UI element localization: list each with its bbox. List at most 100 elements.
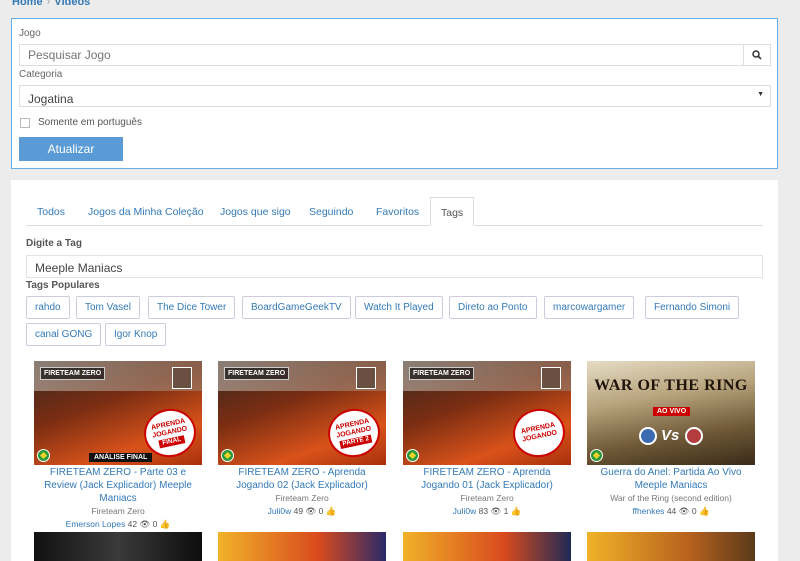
thumbnail-brand: FIRETEAM ZERO [409, 367, 475, 380]
main-panel: Todos Jogos da Minha Coleção Jogos que s… [11, 180, 778, 561]
eye-icon: 👁 [305, 506, 317, 516]
thumbs-up-icon: 👍 [325, 506, 337, 516]
video-card[interactable]: FIRETEAM ZERO APRENDA JOGANDO FIRETEAM Z… [403, 361, 571, 517]
tag-pill[interactable]: rahdo [26, 296, 70, 319]
video-likes: 0 [318, 506, 324, 516]
thumbs-up-icon: 👍 [159, 519, 171, 529]
presenter-avatar [172, 367, 192, 389]
tab-favoritos[interactable]: Favoritos [376, 197, 419, 226]
portuguese-only-checkbox[interactable] [20, 117, 30, 128]
breadcrumb-separator: › [46, 0, 51, 8]
video-game: War of the Ring (second edition) [610, 493, 732, 503]
tag-pill[interactable]: Fernando Simoni [645, 296, 740, 319]
video-likes: 0 [691, 506, 697, 516]
video-user[interactable]: Emerson Lopes [66, 519, 126, 529]
tab-seguindo[interactable]: Seguindo [309, 197, 353, 226]
search-icon [752, 50, 762, 60]
presenter-avatar [356, 367, 376, 389]
tag-input[interactable]: Meeple Maniacs [26, 255, 763, 278]
video-thumbnail[interactable] [403, 532, 571, 561]
eye-icon: 👁 [490, 506, 502, 516]
eye-icon: 👁 [139, 519, 151, 529]
tag-input-value: Meeple Maniacs [35, 261, 123, 275]
video-views: 42 [127, 519, 138, 529]
breadcrumb-current: Vídeos [54, 0, 91, 8]
video-views: 83 [478, 506, 489, 516]
eye-icon: 👁 [678, 506, 690, 516]
live-badge: AO VIVO [653, 407, 691, 416]
tab-jogos-que-sigo[interactable]: Jogos que sigo [220, 197, 291, 226]
game-search-input[interactable] [20, 45, 742, 65]
video-thumbnail[interactable]: FIRETEAM ZERO APRENDA JOGANDO FINAL ANÁL… [34, 361, 202, 465]
breadcrumb-home[interactable]: Home [12, 0, 43, 8]
popular-tags-label: Tags Populares [26, 280, 100, 291]
category-label: Categoria [19, 69, 63, 80]
video-likes: 0 [152, 519, 158, 529]
tag-pill[interactable]: BoardGameGeekTV [242, 296, 351, 319]
video-thumbnail[interactable]: WAR OF THE RING AO VIVO Vs [587, 361, 755, 465]
tag-input-label: Digite a Tag [26, 238, 82, 249]
search-button[interactable] [743, 45, 770, 65]
category-select[interactable]: Jogatina ▼ [19, 85, 771, 107]
video-game: Fireteam Zero [91, 506, 145, 516]
category-value: Jogatina [28, 92, 74, 106]
player-avatar [685, 427, 703, 445]
tab-minha-colecao[interactable]: Jogos da Minha Coleção [88, 197, 204, 226]
thumbnail-sticker: APRENDA JOGANDO [508, 404, 570, 462]
brazil-flag-icon [590, 449, 603, 462]
tag-pill[interactable]: marcowargamer [544, 296, 635, 319]
video-title[interactable]: FIRETEAM ZERO - Aprenda Jogando 02 (Jack… [218, 466, 386, 492]
versus-text: Vs [661, 427, 680, 444]
tag-pill[interactable]: Direto ao Ponto [449, 296, 537, 319]
brazil-flag-icon [221, 449, 234, 462]
tag-pill[interactable]: Watch It Played [355, 296, 443, 319]
breadcrumb: Home › Vídeos [12, 0, 90, 8]
thumbs-up-icon: 👍 [698, 506, 710, 516]
video-card[interactable]: FIRETEAM ZERO APRENDA JOGANDO PARTE 2 FI… [218, 361, 386, 517]
thumbnail-brand: FIRETEAM ZERO [224, 367, 290, 380]
video-card[interactable]: FIRETEAM ZERO APRENDA JOGANDO FINAL ANÁL… [34, 361, 202, 530]
video-game: Fireteam Zero [460, 493, 514, 503]
video-likes: 1 [503, 506, 509, 516]
tab-tags[interactable]: Tags [430, 197, 475, 226]
tabs: Todos Jogos da Minha Coleção Jogos que s… [26, 197, 763, 226]
video-game: Fireteam Zero [275, 493, 329, 503]
thumbnail-brand: FIRETEAM ZERO [40, 367, 106, 380]
video-views: 49 [293, 506, 304, 516]
tab-todos[interactable]: Todos [37, 197, 65, 226]
video-thumbnail[interactable] [34, 532, 202, 561]
video-thumbnail[interactable]: FIRETEAM ZERO APRENDA JOGANDO PARTE 2 [218, 361, 386, 465]
player-avatar [639, 427, 657, 445]
video-thumbnail[interactable]: FIRETEAM ZERO APRENDA JOGANDO [403, 361, 571, 465]
video-user[interactable]: Juli0w [268, 506, 292, 516]
video-card[interactable]: WAR OF THE RING AO VIVO Vs Guerra do Ane… [587, 361, 755, 517]
video-thumbnail[interactable] [587, 532, 755, 561]
video-user[interactable]: Juli0w [453, 506, 477, 516]
war-of-the-ring-logo: WAR OF THE RING [594, 377, 748, 394]
caret-down-icon: ▼ [757, 91, 764, 98]
update-button[interactable]: Atualizar [19, 137, 123, 161]
filter-panel: Jogo Categoria Jogatina ▼ Somente em por… [11, 18, 778, 169]
video-user[interactable]: ffhenkes [632, 506, 664, 516]
tag-pill[interactable]: The Dice Tower [148, 296, 236, 319]
thumbnail-sticker: APRENDA JOGANDO PARTE 2 [323, 404, 385, 462]
game-search-box [19, 44, 771, 66]
tag-pill[interactable]: Igor Knop [105, 323, 167, 346]
video-meta: Emerson Lopes 42 👁 0 👍 [34, 519, 202, 530]
video-title[interactable]: FIRETEAM ZERO - Parte 03 e Review (Jack … [34, 466, 202, 505]
video-title[interactable]: Guerra do Anel: Partida Ao Vivo Meeple M… [587, 466, 755, 492]
tag-pill[interactable]: canal GONG [26, 323, 102, 346]
presenter-avatar [541, 367, 561, 389]
portuguese-only-label: Somente em português [38, 117, 142, 128]
brazil-flag-icon [406, 449, 419, 462]
thumbs-up-icon: 👍 [510, 506, 522, 516]
thumbnail-overlay: ANÁLISE FINAL [89, 453, 153, 462]
brazil-flag-icon [37, 449, 50, 462]
game-label: Jogo [19, 28, 41, 39]
tag-pill[interactable]: Tom Vasel [76, 296, 140, 319]
video-views: 44 [666, 506, 677, 516]
video-title[interactable]: FIRETEAM ZERO - Aprenda Jogando 01 (Jack… [403, 466, 571, 492]
video-meta: Juli0w 49 👁 0 👍 [218, 506, 386, 517]
video-meta: ffhenkes 44 👁 0 👍 [587, 506, 755, 517]
video-thumbnail[interactable] [218, 532, 386, 561]
